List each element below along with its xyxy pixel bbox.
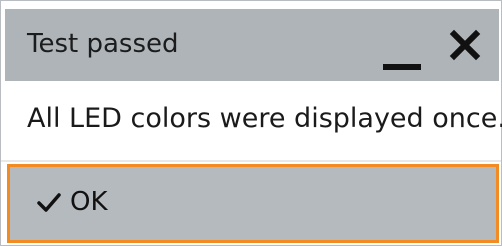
dialog-titlebar: Test passed — [5, 9, 499, 81]
dialog-title: Test passed — [27, 29, 179, 59]
dialog-message: All LED colors were displayed once. — [27, 103, 502, 134]
checkmark-icon — [37, 193, 61, 212]
close-icon — [449, 29, 481, 61]
ok-button[interactable]: OK — [7, 164, 499, 243]
test-result-dialog: Test passed All LED colors were displaye… — [0, 0, 502, 246]
minimize-icon — [383, 64, 421, 70]
close-button[interactable] — [445, 25, 487, 67]
message-divider — [1, 160, 501, 162]
ok-button-label: OK — [70, 187, 108, 217]
minimize-button[interactable] — [375, 27, 427, 73]
